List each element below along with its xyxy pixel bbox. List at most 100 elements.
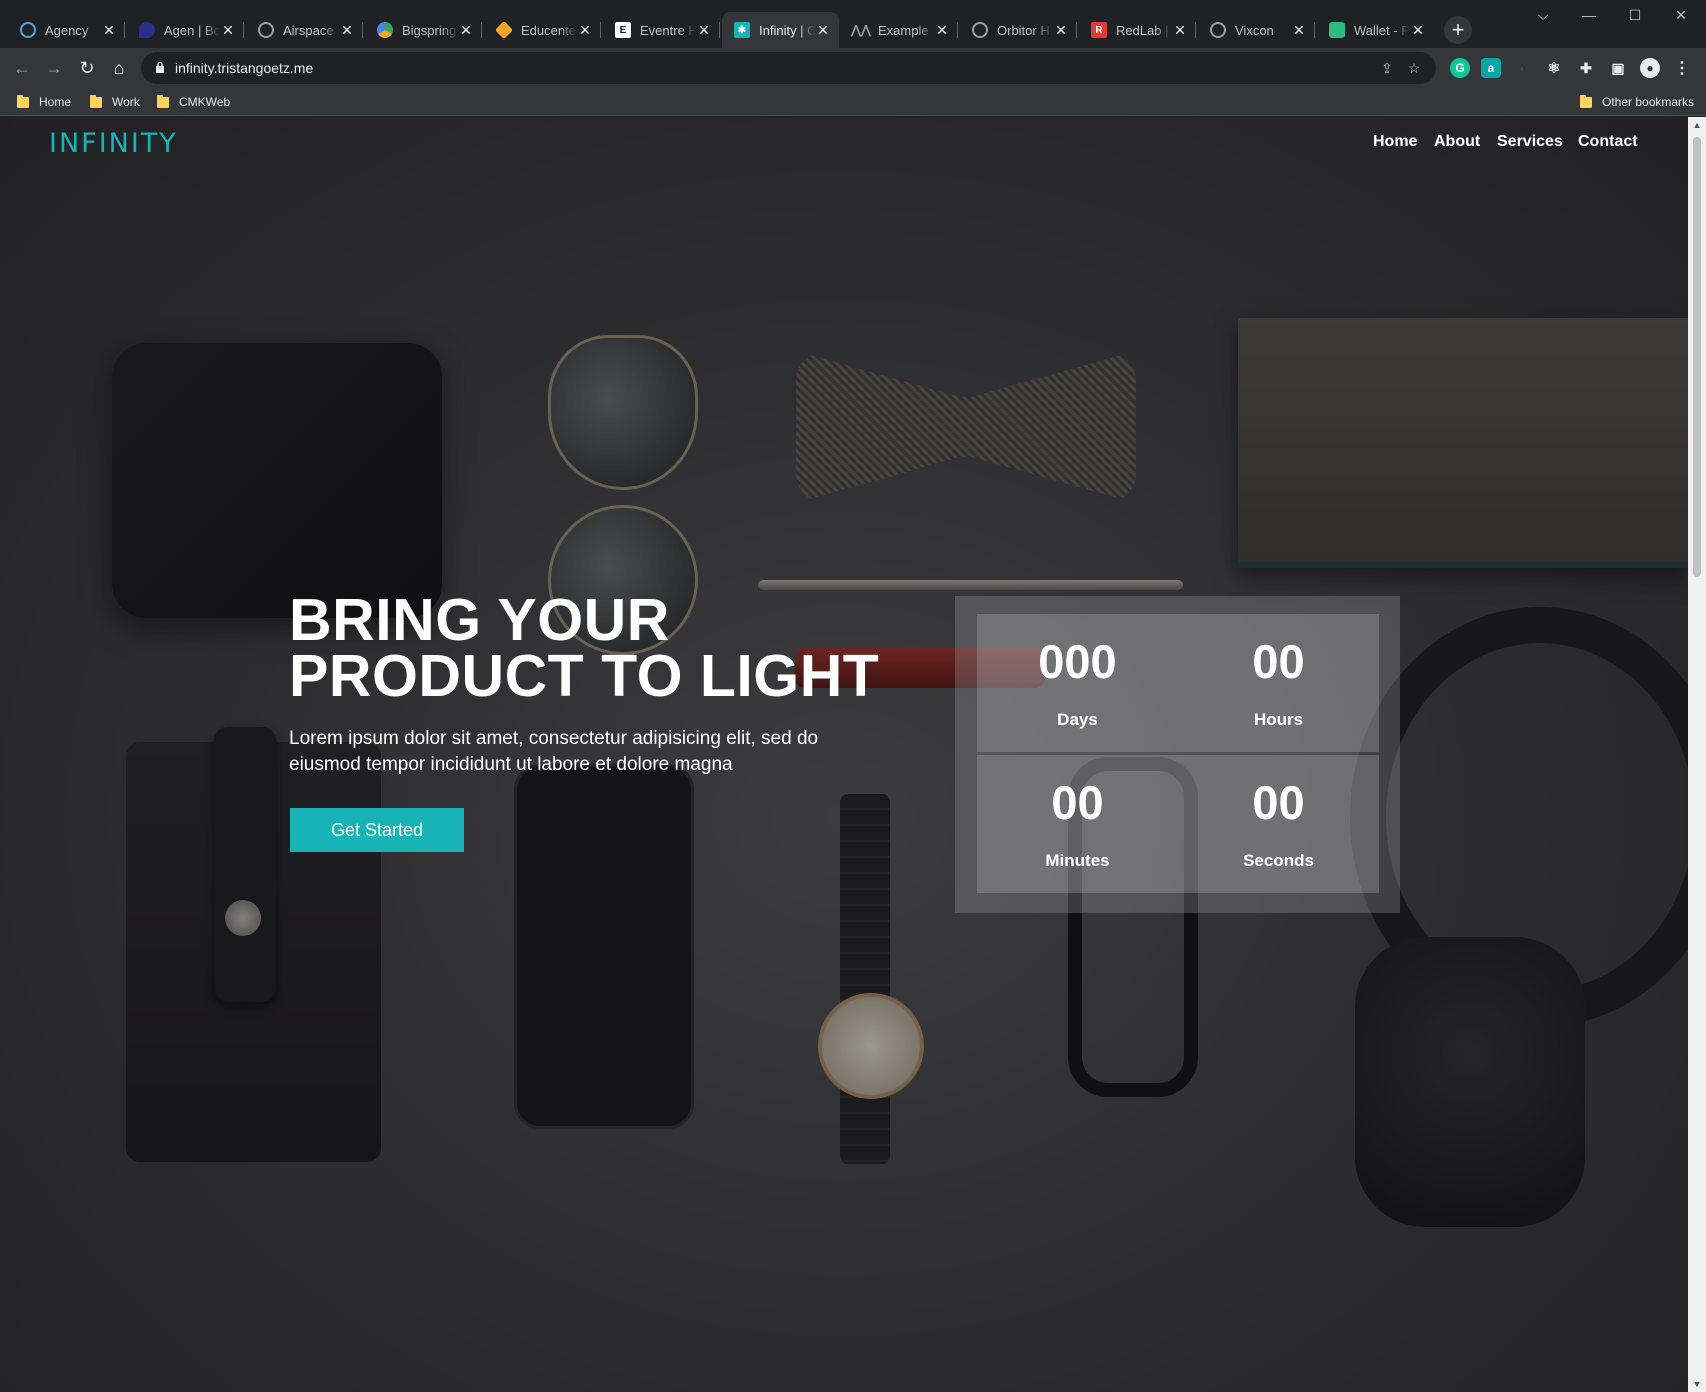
tab-educenter[interactable]: Educenter ✕ [484,12,601,48]
extension-a-icon[interactable]: a [1481,58,1501,78]
close-icon[interactable]: ✕ [1053,22,1069,38]
bookmarks-bar: Home Work CMKWeb Other bookmarks [0,88,1706,116]
globe-icon [1210,22,1226,38]
window-close-icon[interactable]: ✕ [1658,0,1704,30]
bookmark-cmkweb[interactable]: CMKWeb [157,93,230,111]
more-menu-icon[interactable]: ⋮ [1672,58,1692,78]
tab-wallet[interactable]: Wallet - P ✕ [1317,12,1434,48]
hero-title-line-2: PRODUCT TO LIGHT [289,643,880,709]
folder-icon [1580,94,1592,108]
bookmark-star-icon[interactable]: ☆ [1404,58,1424,78]
share-icon[interactable]: ⇪ [1377,58,1397,78]
maximize-icon[interactable]: ☐ [1612,0,1658,30]
tab-title: Wallet - P [1354,22,1410,38]
page-scrollbar[interactable]: ▲ ▼ [1688,117,1706,1392]
tab-title: Example s [878,22,934,38]
home-icon[interactable]: ⌂ [105,54,133,82]
reload-icon[interactable]: ↻ [73,54,101,82]
nav-services[interactable]: Services [1497,133,1563,151]
tab-title: Vixcon [1235,22,1274,38]
days-label: Days [1057,710,1098,729]
close-icon[interactable]: ✕ [696,22,712,38]
tab-title: Orbitor H [997,22,1050,38]
back-icon[interactable]: ← [8,54,36,82]
redlab-favicon-icon: R [1091,22,1107,38]
tab-infinity[interactable]: ✱ Infinity | C ✕ [722,12,839,48]
tab-strip: Agency ✕ Agen | Bo ✕ Airspace | ✕ Bigspr… [0,0,1706,48]
hero-description: Lorem ipsum dolor sit amet, consectetur … [289,728,819,775]
minutes-value: 00 [1051,776,1104,829]
bookmark-work[interactable]: Work [90,93,140,111]
days-value: 000 [1038,635,1117,688]
bigspring-favicon-icon [377,22,393,38]
agen-favicon-icon [139,22,155,38]
tab-vixcon[interactable]: Vixcon ✕ [1198,12,1315,48]
close-icon[interactable]: ✕ [1410,22,1426,38]
educenter-favicon-icon [494,20,514,40]
close-icon[interactable]: ✕ [101,22,117,38]
extension-dark-icon[interactable]: ◐ [1513,58,1533,78]
scroll-down-icon[interactable]: ▼ [1692,1379,1702,1389]
close-icon[interactable]: ✕ [220,22,236,38]
close-icon[interactable]: ✕ [458,22,474,38]
browser-toolbar: ← → ↻ ⌂ infinity.tristangoetz.me ⇪ ☆ G a… [0,48,1706,88]
hours-label: Hours [1253,710,1304,729]
grammarly-extension-icon[interactable]: G [1450,58,1470,78]
new-tab-button[interactable]: + [1444,16,1472,44]
bookmark-label: Work [112,95,140,109]
countdown-days: 000 Days [977,614,1178,752]
page-viewport: INFINITY Home About Services Contact BRI… [0,117,1688,1392]
hours-value: 00 [1252,635,1305,688]
scrollbar-thumb[interactable] [1693,137,1701,577]
agency-favicon-icon [20,22,36,38]
site-logo[interactable]: INFINITY [49,128,178,159]
tab-title: Agen | Bo [164,22,220,38]
hero-title: BRING YOUR PRODUCT TO LIGHT [289,591,909,706]
lock-icon [156,61,164,73]
tab-example[interactable]: ⋀⋀ Example s ✕ [841,12,958,48]
tab-eventre[interactable]: E Eventre H ✕ [603,12,720,48]
example-favicon-icon: ⋀⋀ [851,23,871,37]
eventre-favicon-icon: E [615,22,631,38]
tab-airspace[interactable]: Airspace | ✕ [246,12,363,48]
close-icon[interactable]: ✕ [339,22,355,38]
side-panel-icon[interactable]: ▣ [1608,58,1628,78]
address-bar[interactable]: infinity.tristangoetz.me ⇪ ☆ [141,52,1436,84]
tab-title: Educenter [521,22,577,38]
profile-avatar-icon[interactable]: ● [1640,58,1660,78]
close-icon[interactable]: ✕ [1172,22,1188,38]
countdown-hours: 00 Hours [1178,614,1379,752]
seconds-value: 00 [1252,776,1305,829]
tab-agen[interactable]: Agen | Bo ✕ [127,12,244,48]
countdown-minutes: 00 Minutes [977,755,1178,893]
close-icon[interactable]: ✕ [577,22,593,38]
bookmark-label: CMKWeb [179,95,231,109]
get-started-button[interactable]: Get Started [290,808,464,852]
extensions-puzzle-icon[interactable]: ✚ [1576,58,1596,78]
tab-orbitor[interactable]: Orbitor H ✕ [960,12,1077,48]
tab-redlab[interactable]: R RedLab | P ✕ [1079,12,1196,48]
tab-search-chevron-icon[interactable]: ⌵ [1520,0,1566,30]
tab-agency[interactable]: Agency ✕ [8,12,125,48]
seconds-label: Seconds [1243,851,1314,870]
other-bookmarks[interactable]: Other bookmarks [1580,93,1694,111]
nav-home[interactable]: Home [1373,133,1417,151]
forward-icon[interactable]: → [40,54,68,82]
close-icon[interactable]: ✕ [1291,22,1307,38]
tab-bigspring[interactable]: Bigspring ✕ [365,12,482,48]
close-icon[interactable]: ✕ [815,22,831,38]
scroll-up-icon[interactable]: ▲ [1692,120,1702,130]
nav-about[interactable]: About [1434,133,1480,151]
bookmark-label: Home [39,95,72,109]
countdown-seconds: 00 Seconds [1178,755,1379,893]
minutes-label: Minutes [1045,851,1110,870]
close-icon[interactable]: ✕ [934,22,950,38]
react-devtools-icon[interactable]: ⚛ [1544,58,1564,78]
nav-contact[interactable]: Contact [1578,133,1638,151]
bookmark-home[interactable]: Home [17,93,71,111]
tab-title: Infinity | C [759,22,815,38]
minimize-icon[interactable]: — [1566,0,1612,30]
bookmark-label: Other bookmarks [1602,95,1695,109]
url-text: infinity.tristangoetz.me [175,60,314,76]
folder-icon [90,94,102,108]
